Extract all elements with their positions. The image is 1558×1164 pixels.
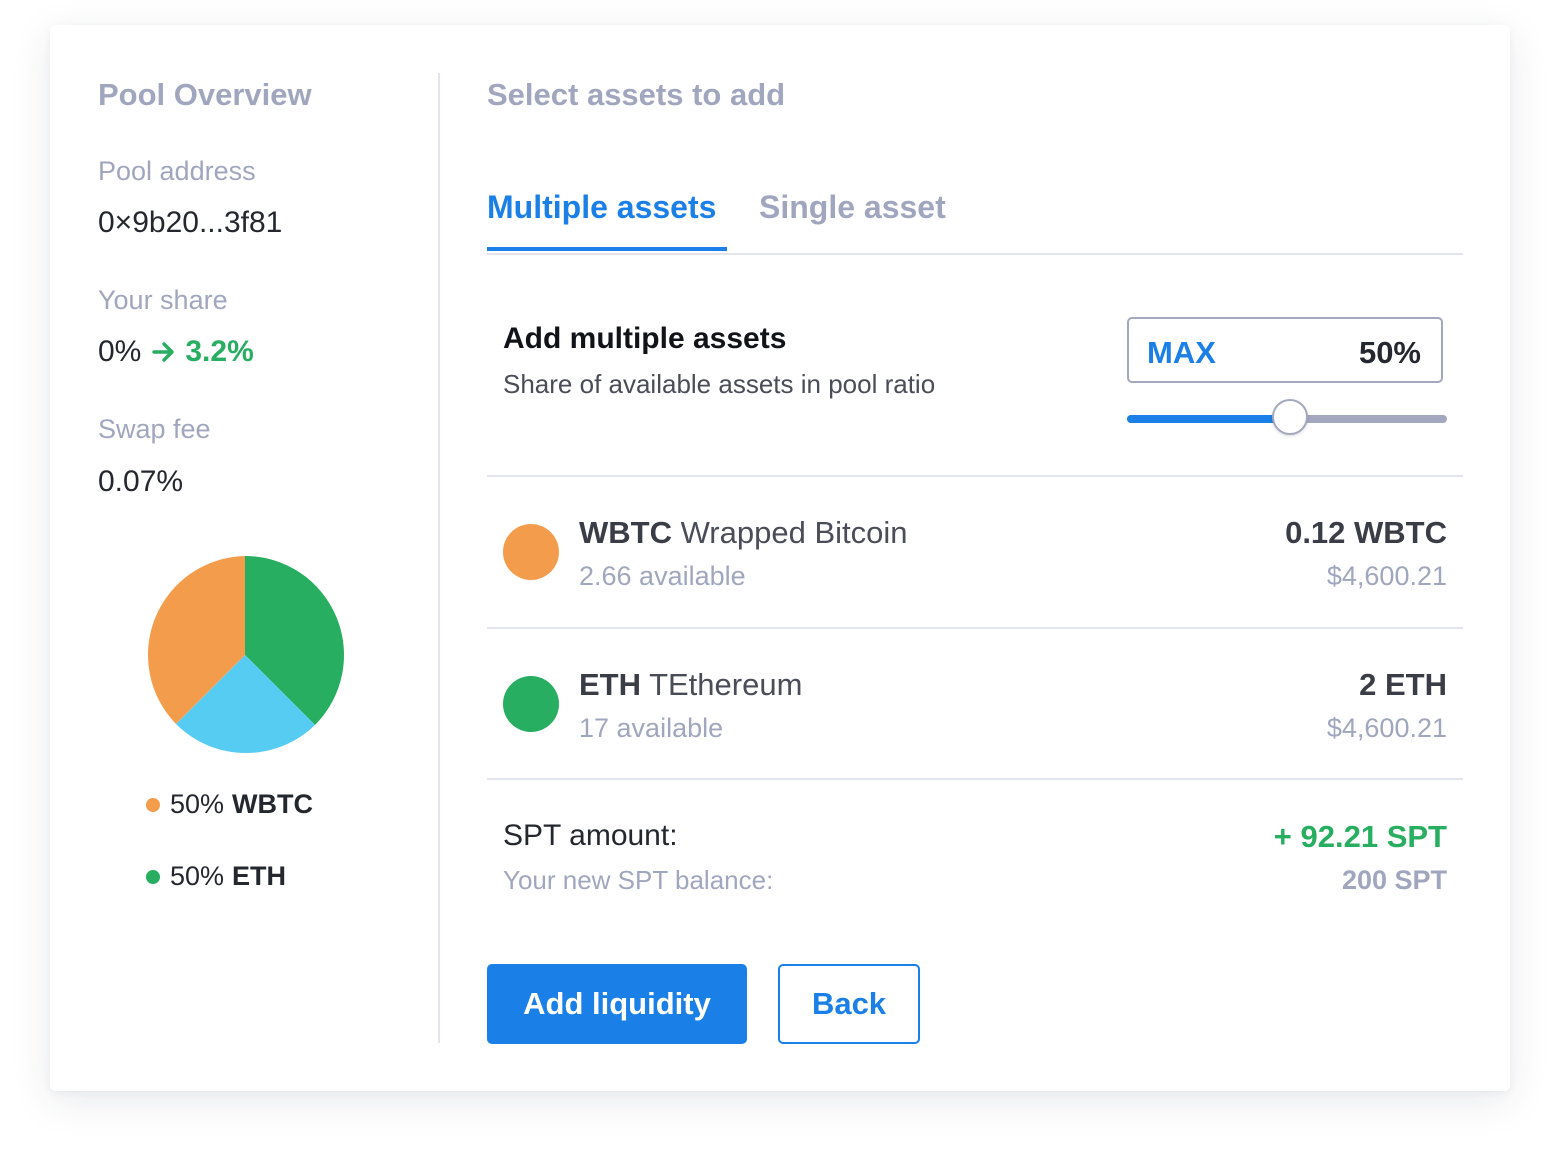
panel-divider (438, 73, 440, 1043)
asset-available: 2.66 available (579, 561, 746, 591)
swap-fee-value: 0.07% (98, 465, 184, 498)
your-share-label: Your share (98, 285, 228, 315)
pool-overview-title: Pool Overview (98, 77, 312, 112)
share-to: 3.2% (185, 335, 254, 368)
liquidity-card: Pool Overview Pool address 0×9b20...3f81… (50, 25, 1510, 1091)
legend-symbol: ETH (232, 861, 287, 891)
legend-percent: 50% (170, 789, 225, 819)
select-assets-panel: Select assets to add Multiple assets Sin… (487, 25, 1463, 1091)
tab-multiple-assets[interactable]: Multiple assets (487, 189, 716, 226)
pool-overview-panel: Pool Overview Pool address 0×9b20...3f81… (98, 25, 428, 1091)
asset-name: ETH TEthereum (579, 667, 802, 703)
wbtc-token-icon (503, 524, 559, 580)
asset-amount[interactable]: 2 ETH (1359, 667, 1447, 703)
legend-item-eth: 50% ETH (146, 861, 286, 892)
asset-available: 17 available (579, 713, 724, 743)
share-slider[interactable] (1127, 399, 1447, 435)
spt-amount-label: SPT amount: (503, 819, 678, 852)
asset-name: WBTC Wrapped Bitcoin (579, 515, 908, 551)
asset-symbol: ETH (579, 667, 641, 702)
tab-single-asset[interactable]: Single asset (759, 189, 946, 226)
your-share-value: 0% 3.2% (98, 335, 254, 369)
asset-amount[interactable]: 0.12 WBTC (1285, 515, 1447, 551)
active-tab-indicator (487, 247, 727, 251)
asset-row-eth: ETH TEthereum 17 available 2 ETH $4,600.… (487, 629, 1463, 779)
spt-amount-value: + 92.21 SPT (1273, 819, 1447, 854)
arrow-right-icon (151, 339, 177, 365)
asset-usd-value: $4,600.21 (1326, 561, 1447, 591)
swap-fee-label: Swap fee (98, 414, 211, 444)
asset-usd-value: $4,600.21 (1326, 713, 1447, 743)
section-title: Add multiple assets (503, 322, 787, 355)
max-button[interactable]: MAX (1147, 335, 1216, 371)
section-subtitle: Share of available assets in pool ratio (503, 369, 936, 399)
legend-symbol: WBTC (232, 789, 314, 819)
asset-row-wbtc: WBTC Wrapped Bitcoin 2.66 available 0.12… (487, 477, 1463, 627)
spt-balance-value: 200 SPT (1341, 865, 1447, 895)
legend-percent: 50% (170, 861, 225, 891)
legend-dot-wbtc-icon (146, 797, 160, 812)
back-button[interactable]: Back (778, 964, 920, 1044)
spt-balance-label: Your new SPT balance: (503, 865, 774, 895)
pool-address-value: 0×9b20...3f81 (98, 206, 283, 239)
asset-full-name: Wrapped Bitcoin (680, 515, 908, 550)
share-from: 0% (98, 335, 142, 368)
max-percentage-input[interactable]: MAX 50% (1127, 317, 1443, 383)
pool-address-label: Pool address (98, 156, 256, 186)
pool-composition-pie-chart (147, 556, 344, 754)
slider-handle[interactable] (1272, 399, 1309, 435)
legend-dot-eth-icon (146, 869, 160, 884)
select-assets-title: Select assets to add (487, 77, 786, 112)
legend-item-wbtc: 50% WBTC (146, 789, 313, 820)
percentage-value: 50% (1358, 335, 1421, 370)
asset-symbol: WBTC (579, 515, 672, 550)
eth-token-icon (503, 676, 559, 732)
divider (487, 778, 1463, 780)
asset-mode-tabs: Multiple assets Single asset (487, 175, 1463, 255)
asset-full-name: TEthereum (649, 667, 803, 702)
add-liquidity-button[interactable]: Add liquidity (487, 964, 747, 1044)
slider-fill (1127, 415, 1291, 423)
